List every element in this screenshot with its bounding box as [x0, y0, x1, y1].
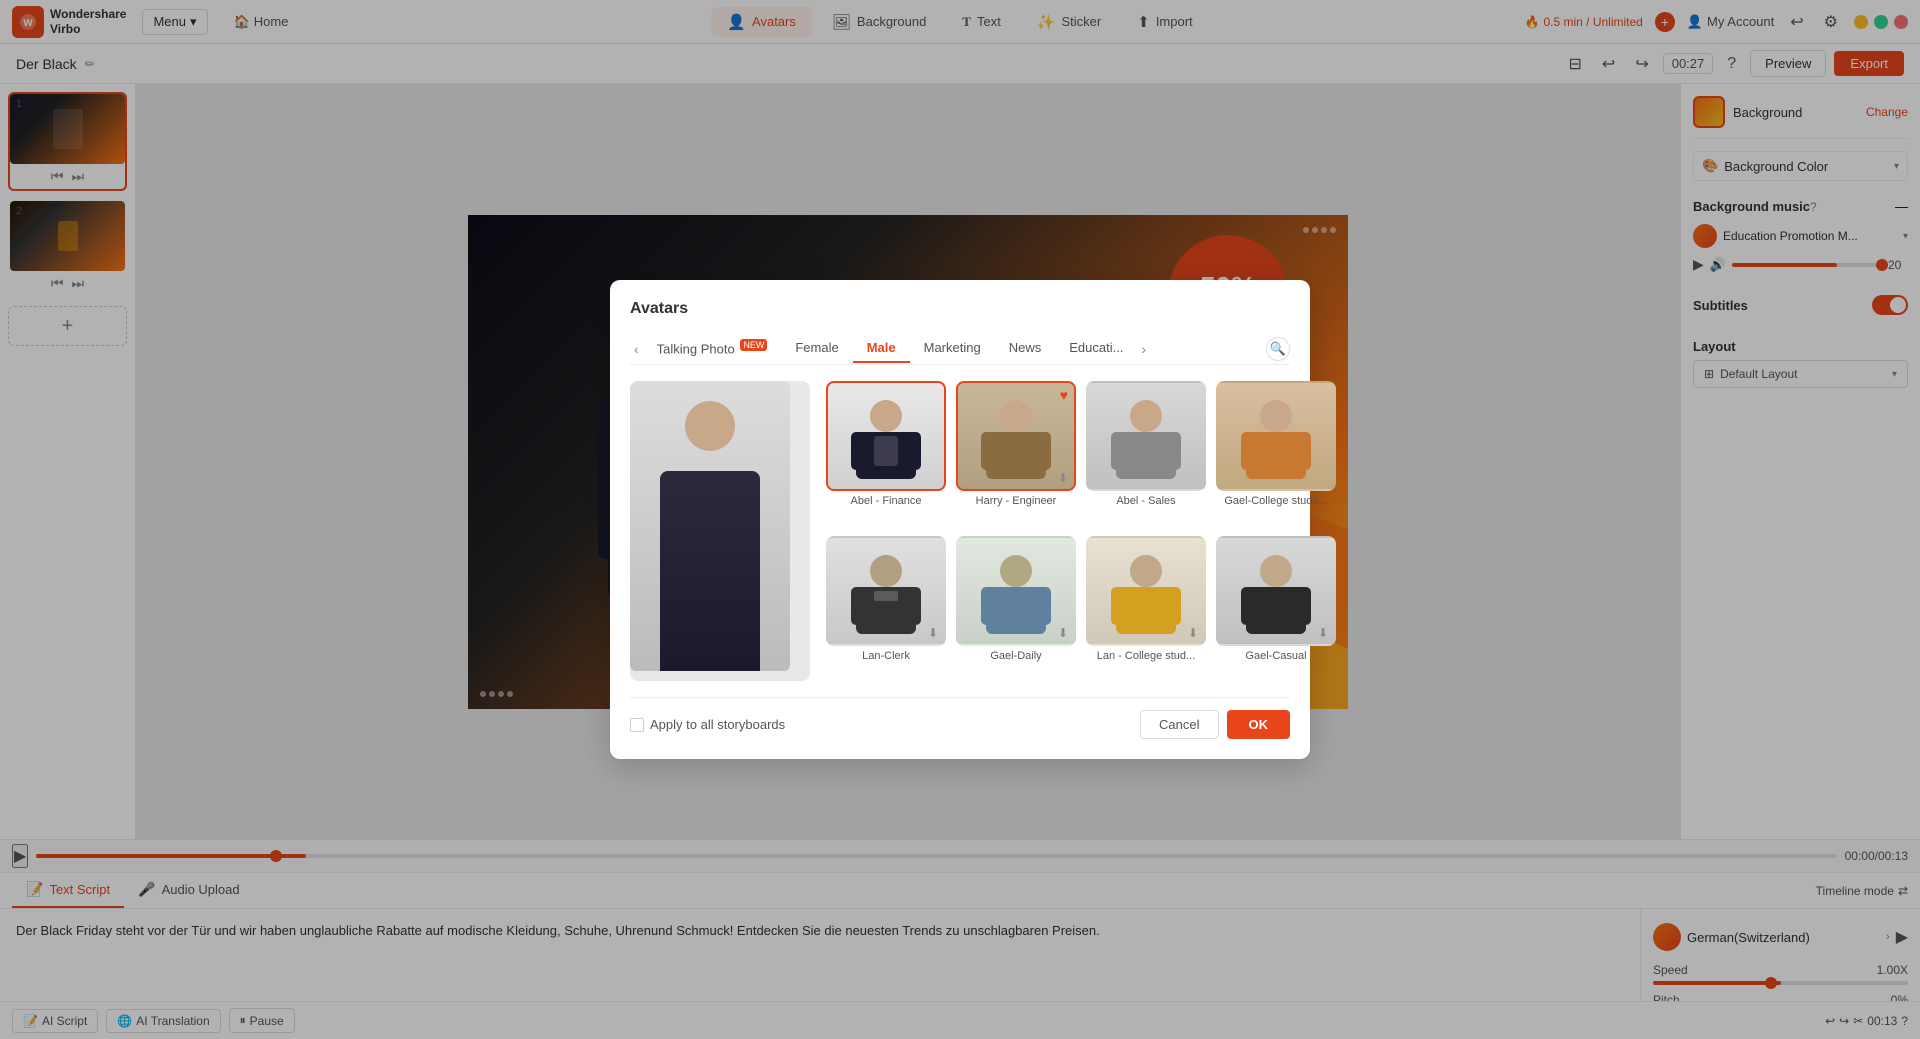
download-icon-4: ⬇: [1188, 626, 1198, 640]
apply-all-label: Apply to all storyboards: [650, 717, 785, 732]
avatar-card-gael-daily[interactable]: ⬇ Gael-Daily: [956, 536, 1076, 681]
news-label: News: [1009, 340, 1042, 355]
avatar-harry-engineer-img: ♥ ⬇: [956, 381, 1076, 491]
download-icon-2: ⬇: [928, 626, 938, 640]
modal-tab-news[interactable]: News: [995, 334, 1056, 363]
avatar-card-lan-clerk[interactable]: ⬇ Lan-Clerk: [826, 536, 946, 681]
avatar-abel-sales-img: [1086, 381, 1206, 491]
marketing-label: Marketing: [924, 340, 981, 355]
tabs-prev-arrow[interactable]: ‹: [630, 337, 643, 361]
avatar-lan-clerk-name: Lan-Clerk: [862, 650, 910, 662]
tabs-next-arrow[interactable]: ›: [1137, 337, 1150, 361]
search-avatars-button[interactable]: 🔍: [1266, 337, 1290, 361]
avatar-card-harry-engineer[interactable]: ♥ ⬇ Harry - Engineer: [956, 381, 1076, 526]
avatar-card-lan-college[interactable]: ⬇ Lan - College stud...: [1086, 536, 1206, 681]
avatar-gael-casual-img: ⬇: [1216, 536, 1336, 646]
avatar-gael-college-name: Gael-College stude...: [1224, 495, 1327, 507]
tabs-nav: ‹: [630, 337, 643, 361]
modal-overlay: Avatars ‹ Talking Photo NEW Female Male …: [0, 0, 1920, 1039]
avatar-lan-clerk-img: ⬇: [826, 536, 946, 646]
avatar-lan-college-img: ⬇: [1086, 536, 1206, 646]
avatar-card-abel-sales[interactable]: Abel - Sales: [1086, 381, 1206, 526]
avatar-harry-engineer-name: Harry - Engineer: [976, 495, 1057, 507]
preview-figure: [630, 381, 790, 671]
preview-body: [660, 471, 760, 671]
tabs-nav-right: ›: [1137, 337, 1150, 361]
avatar-gael-daily-img: ⬇: [956, 536, 1076, 646]
checkbox-input[interactable]: [630, 718, 644, 732]
avatars-modal: Avatars ‹ Talking Photo NEW Female Male …: [610, 280, 1310, 759]
education-label: Educati...: [1069, 340, 1123, 355]
download-icon-5: ⬇: [1318, 626, 1328, 640]
modal-tabs: ‹ Talking Photo NEW Female Male Marketin…: [630, 334, 1290, 365]
avatar-grid: Abel - Finance ♥ ⬇ Harry - Engineer: [826, 381, 1336, 681]
avatar-card-gael-college[interactable]: Gael-College stude...: [1216, 381, 1336, 526]
avatar-card-gael-casual[interactable]: ⬇ Gael-Casual: [1216, 536, 1336, 681]
modal-tab-education[interactable]: Educati...: [1055, 334, 1137, 363]
download-icon: ⬇: [1058, 471, 1068, 485]
avatar-abel-finance-img: [826, 381, 946, 491]
apply-all-checkbox[interactable]: Apply to all storyboards: [630, 717, 785, 732]
download-icon-3: ⬇: [1058, 626, 1068, 640]
female-label: Female: [795, 340, 838, 355]
avatar-grid-container: Abel - Finance ♥ ⬇ Harry - Engineer: [630, 381, 1290, 681]
search-icon: 🔍: [1270, 341, 1286, 357]
avatar-lan-college-name: Lan - College stud...: [1097, 650, 1195, 662]
modal-actions: Cancel OK: [1140, 710, 1290, 739]
avatar-gael-daily-name: Gael-Daily: [990, 650, 1041, 662]
avatar-gael-college-img: [1216, 381, 1336, 491]
avatar-abel-finance-name: Abel - Finance: [851, 495, 922, 507]
avatar-gael-casual-name: Gael-Casual: [1245, 650, 1306, 662]
modal-tab-female[interactable]: Female: [781, 334, 852, 363]
male-label: Male: [867, 340, 896, 355]
ok-button[interactable]: OK: [1227, 710, 1291, 739]
talking-photo-label: Talking Photo: [657, 341, 735, 356]
modal-footer: Apply to all storyboards Cancel OK: [630, 697, 1290, 739]
modal-title: Avatars: [630, 300, 1290, 318]
cancel-button[interactable]: Cancel: [1140, 710, 1218, 739]
modal-tab-male[interactable]: Male: [853, 334, 910, 363]
avatar-abel-sales-name: Abel - Sales: [1116, 495, 1175, 507]
avatar-card-abel-finance[interactable]: Abel - Finance: [826, 381, 946, 526]
heart-icon: ♥: [1060, 387, 1068, 403]
avatar-preview-pane: [630, 381, 810, 681]
modal-tab-talking-photo[interactable]: Talking Photo NEW: [643, 334, 782, 364]
modal-tab-marketing[interactable]: Marketing: [910, 334, 995, 363]
new-badge: NEW: [740, 339, 767, 351]
